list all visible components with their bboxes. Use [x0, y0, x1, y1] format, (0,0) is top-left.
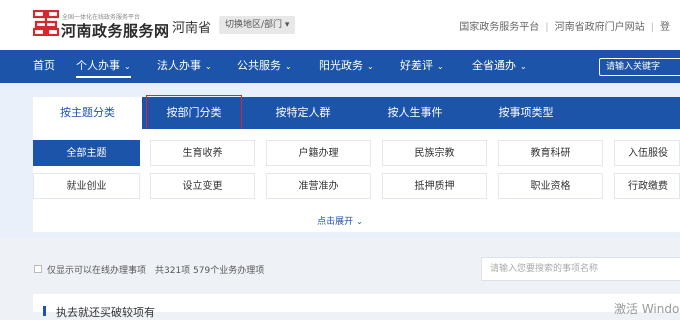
result-accent-bar	[43, 306, 46, 316]
nav-item-label: 好差评	[400, 59, 433, 72]
topic-chip[interactable]: 就业创业	[33, 173, 140, 199]
current-region: 河南省	[172, 21, 212, 36]
nav-item-label: 公共服务	[237, 59, 281, 72]
nav-item-label: 法人办事	[157, 59, 201, 72]
nav-item-label: 首页	[33, 59, 55, 72]
online-only-checkbox[interactable]	[34, 265, 42, 273]
chevron-down-icon: ⌄	[520, 62, 527, 71]
link-divider: |	[650, 22, 654, 33]
result-count: 共321项 579个业务办理项	[155, 266, 265, 276]
topic-chip[interactable]: 教育科研	[498, 140, 603, 166]
switch-region-label: 切换地区/部门	[225, 20, 283, 30]
nav-item-home[interactable]: 首页	[33, 50, 55, 83]
expand-toggle[interactable]: 点击展开 ⌄	[0, 214, 680, 227]
online-only-label[interactable]: 仅显示可以在线办理事项	[47, 263, 146, 276]
logo-icon[interactable]	[32, 9, 60, 37]
topic-chip[interactable]: 生育收养	[150, 140, 255, 166]
top-links: 国家政务服务平台 | 河南省政府门户网站 | 登	[459, 18, 670, 33]
topic-chip-all[interactable]: 全部主题	[33, 140, 140, 166]
nav-item-open-government[interactable]: 阳光政务 ⌄	[319, 50, 374, 83]
chevron-down-icon: ⌄	[356, 217, 363, 226]
caret-down-icon: ▾	[284, 20, 290, 30]
topic-chip[interactable]: 抵押质押	[382, 173, 487, 199]
nav-item-label: 全省通办	[472, 59, 516, 72]
item-search-input[interactable]: 请输入您要搜索的事项名称	[481, 257, 680, 281]
tab-by-group[interactable]: 按特定人群	[253, 97, 353, 129]
nav-item-public-service[interactable]: 公共服务 ⌄	[237, 50, 292, 83]
nav-item-label: 个人办事	[76, 59, 120, 72]
expand-label: 点击展开	[317, 217, 354, 227]
nav-item-province-wide[interactable]: 全省通办 ⌄	[472, 50, 527, 83]
topic-chip[interactable]: 入伍服役	[614, 140, 680, 166]
nav-search-input[interactable]: 请输入关键字	[599, 58, 680, 76]
topic-chip[interactable]: 职业资格	[498, 173, 603, 199]
link-divider: |	[545, 22, 549, 33]
nav-item-rating[interactable]: 好差评 ⌄	[400, 50, 444, 83]
tab-by-topic[interactable]: 按主题分类	[33, 97, 142, 129]
login-link[interactable]: 登	[660, 22, 670, 33]
site-header: 全国一体化在线政务服务平台 河南政务服务网 河南省 切换地区/部门 ▾ 国家政务…	[0, 0, 680, 50]
chevron-down-icon: ⌄	[367, 62, 374, 71]
chevron-down-icon: ⌄	[437, 62, 444, 71]
chevron-down-icon: ⌄	[205, 62, 212, 71]
brand-name[interactable]: 河南政务服务网	[61, 20, 170, 41]
chevron-down-icon: ⌄	[285, 62, 292, 71]
tab-by-life-event[interactable]: 按人生事件	[365, 97, 465, 129]
topic-chip[interactable]: 设立变更	[150, 173, 255, 199]
nav-item-legal-entity[interactable]: 法人办事 ⌄	[157, 50, 212, 83]
topic-chip[interactable]: 准营准办	[266, 173, 371, 199]
windows-activation-watermark: 激活 Windo	[614, 302, 680, 316]
national-platform-link[interactable]: 国家政务服务平台	[459, 22, 539, 33]
tab-by-item-type[interactable]: 按事项类型	[476, 97, 576, 129]
main-nav: 首页 个人办事 ⌄ 法人办事 ⌄ 公共服务 ⌄ 阳光政务 ⌄ 好差评 ⌄ 全省通办 ⌄ 请输…	[0, 50, 680, 83]
topic-chip[interactable]: 民族宗教	[382, 140, 487, 166]
chevron-down-icon: ⌄	[124, 62, 131, 71]
result-title[interactable]: 执去就还买破较项有	[56, 304, 155, 320]
topic-chip[interactable]: 行政缴费	[614, 173, 680, 199]
nav-item-personal[interactable]: 个人办事 ⌄	[76, 50, 131, 83]
tab-by-department[interactable]: 按部门分类	[146, 95, 242, 131]
provincial-portal-link[interactable]: 河南省政府门户网站	[555, 22, 645, 33]
topic-chip[interactable]: 户籍办理	[266, 140, 371, 166]
nav-item-label: 阳光政务	[319, 59, 363, 72]
switch-region-button[interactable]: 切换地区/部门 ▾	[219, 16, 296, 34]
